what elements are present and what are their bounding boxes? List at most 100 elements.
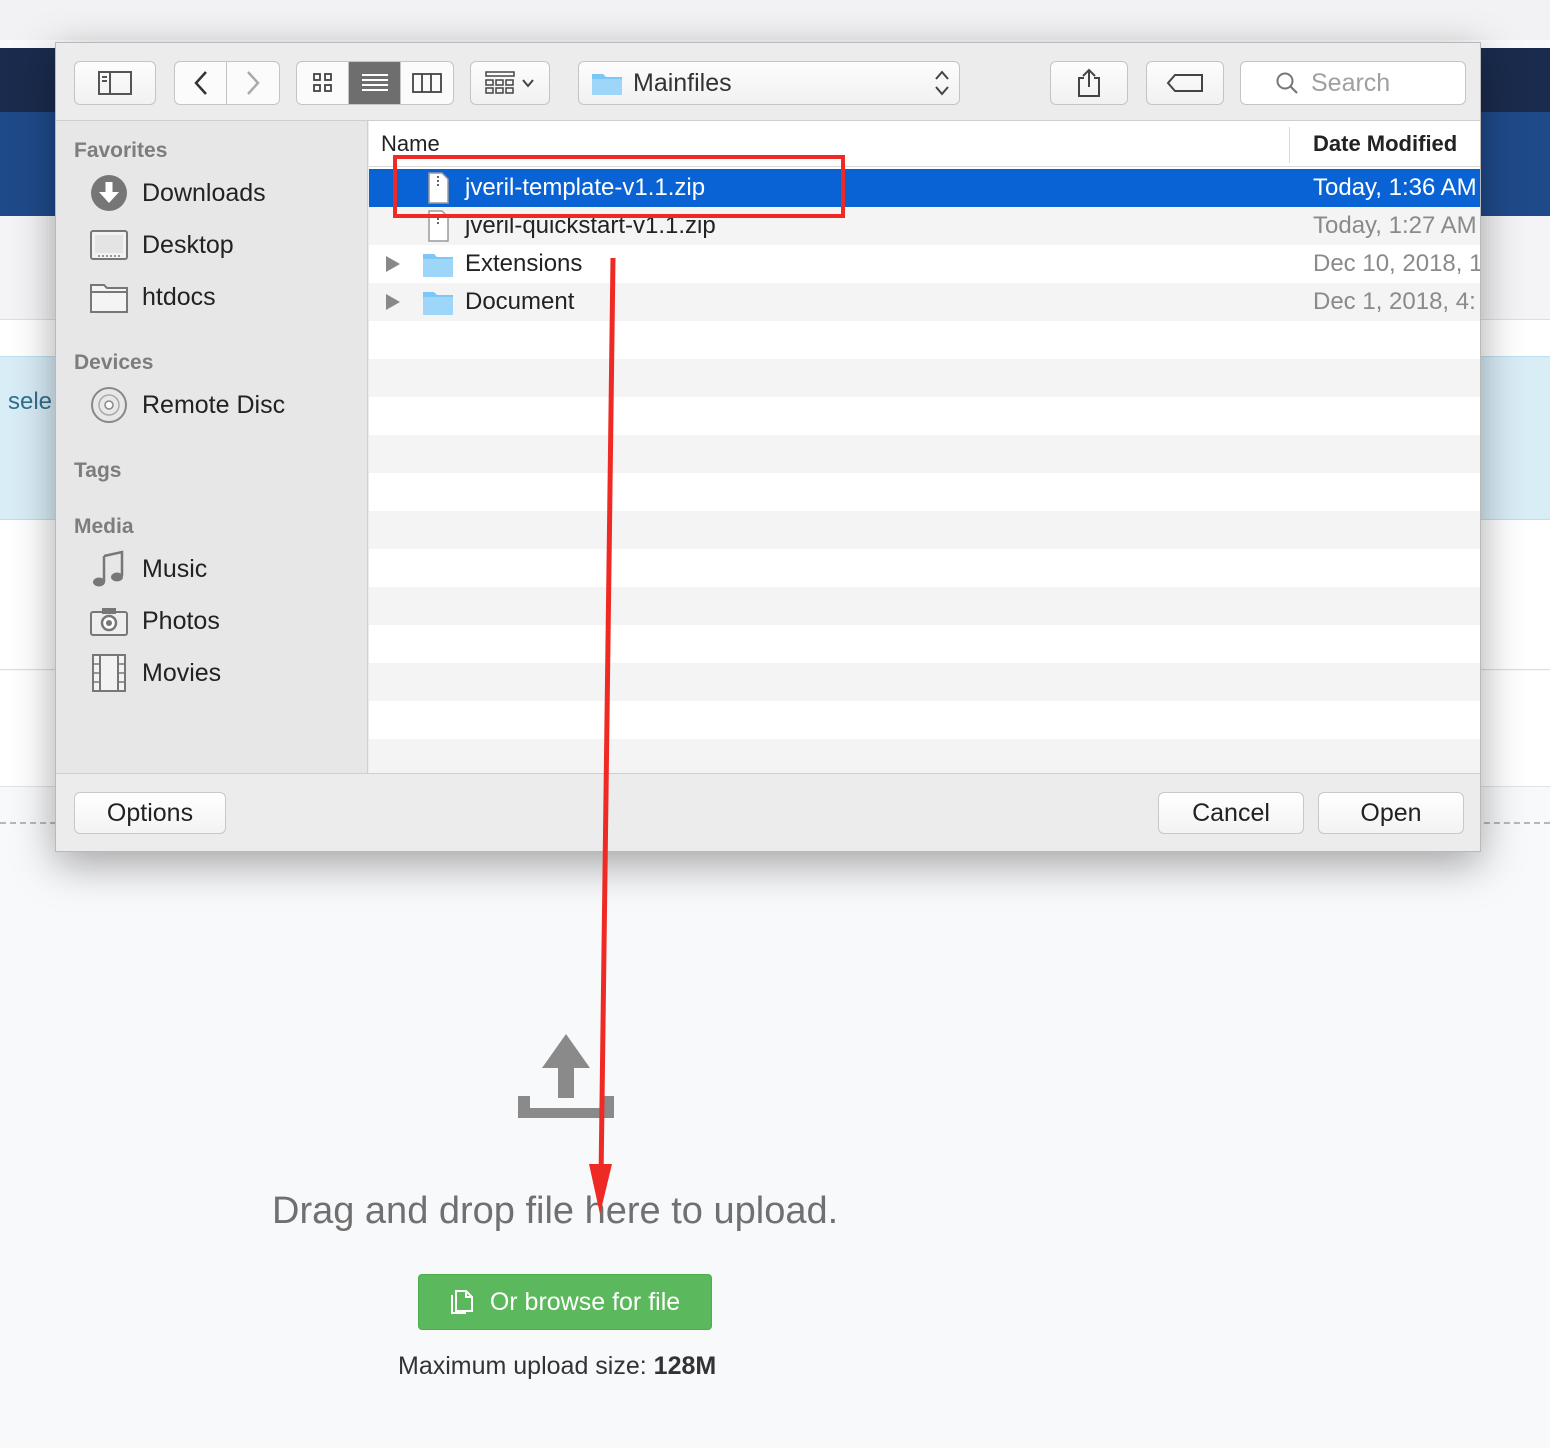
sidebar-item-label: Movies <box>142 658 222 687</box>
column-divider <box>1289 127 1290 163</box>
path-dropdown[interactable]: Mainfiles <box>578 61 960 105</box>
empty-row <box>369 663 1480 701</box>
devices-heading: Devices <box>74 351 154 374</box>
folder-icon <box>423 254 453 277</box>
sidebar-item-label: htdocs <box>142 282 216 311</box>
sidebar-toggle-icon <box>98 71 132 95</box>
sidebar-item-label: Downloads <box>142 178 266 207</box>
updown-chevron-icon <box>935 70 949 96</box>
folder-icon <box>90 284 128 313</box>
column-view-button[interactable] <box>401 62 453 104</box>
browse-file-label: Or browse for file <box>489 1287 681 1316</box>
open-label: Open <box>1360 798 1422 827</box>
film-icon <box>92 654 126 692</box>
file-date: Dec 10, 2018, 1 <box>1313 250 1481 277</box>
file-row[interactable]: Extensions Dec 10, 2018, 1 <box>369 245 1481 283</box>
max-upload-size: Maximum upload size: 128M <box>398 1352 716 1381</box>
list-view-button[interactable] <box>349 62 401 104</box>
empty-row <box>369 321 1480 359</box>
annotation-highlight-box <box>393 155 845 218</box>
view-mode-selector <box>296 61 454 105</box>
disclosure-triangle-icon[interactable] <box>385 293 401 311</box>
upload-arrow-icon <box>518 1034 614 1118</box>
sidebar-item-label: Desktop <box>142 230 234 259</box>
empty-row <box>369 549 1480 587</box>
search-placeholder: Search <box>1311 68 1391 97</box>
group-icon <box>485 71 515 94</box>
sidebar-item-music[interactable]: Music <box>90 549 207 589</box>
empty-row <box>369 625 1480 663</box>
search-input[interactable]: Search <box>1240 61 1466 105</box>
camera-icon <box>90 608 128 636</box>
column-view-icon <box>412 73 442 93</box>
dialog-sidebar: Favorites Downloads Desktop htdocs Devic… <box>56 121 368 773</box>
empty-row <box>369 359 1480 397</box>
tag-button[interactable] <box>1146 61 1224 105</box>
disc-icon <box>91 387 127 423</box>
downloads-icon <box>91 175 127 211</box>
sidebar-item-remote-disc[interactable]: Remote Disc <box>90 385 285 425</box>
file-date: Today, 1:27 AM <box>1313 212 1477 239</box>
browse-file-button[interactable]: Or browse for file <box>418 1274 712 1330</box>
desktop-icon <box>90 230 128 260</box>
file-date: Today, 1:36 AM <box>1313 174 1477 201</box>
chevron-down-icon <box>522 79 534 88</box>
cancel-button[interactable]: Cancel <box>1158 792 1304 834</box>
open-button[interactable]: Open <box>1318 792 1464 834</box>
options-button[interactable]: Options <box>74 792 226 834</box>
folder-icon <box>592 74 622 95</box>
file-icon <box>450 1290 473 1314</box>
music-icon <box>93 550 124 587</box>
max-upload-label: Maximum upload size: <box>398 1352 647 1380</box>
options-label: Options <box>106 798 194 827</box>
empty-row <box>369 473 1480 511</box>
sidebar-item-desktop[interactable]: Desktop <box>90 225 234 265</box>
dialog-toolbar: Mainfiles Search <box>56 43 1480 121</box>
info-notice-text: sele <box>8 388 53 415</box>
sidebar-item-htdocs[interactable]: htdocs <box>90 277 216 317</box>
empty-row <box>369 435 1480 473</box>
sidebar-item-label: Remote Disc <box>142 390 286 419</box>
search-icon <box>1276 72 1298 94</box>
sidebar-item-label: Photos <box>142 606 220 635</box>
browser-top-bar <box>0 0 1550 40</box>
dialog-footer: Options Cancel Open <box>56 773 1480 851</box>
folder-icon <box>423 292 453 315</box>
media-heading: Media <box>74 515 134 538</box>
group-by-button[interactable] <box>470 61 550 105</box>
cancel-label: Cancel <box>1192 798 1270 827</box>
back-icon <box>193 71 207 95</box>
empty-row <box>369 701 1480 739</box>
history-nav <box>174 61 280 105</box>
icon-view-icon <box>312 73 332 92</box>
dropzone-text: Drag and drop file here to upload. <box>272 1190 839 1232</box>
path-label: Mainfiles <box>633 68 732 97</box>
sidebar-item-photos[interactable]: Photos <box>90 601 220 641</box>
share-icon <box>1078 68 1100 97</box>
file-list: Name Date Modified jveril-template-v1.1.… <box>369 121 1481 773</box>
favorites-heading: Favorites <box>74 139 168 162</box>
tags-heading: Tags <box>74 459 122 482</box>
sidebar-item-downloads[interactable]: Downloads <box>90 173 266 213</box>
file-date: Dec 1, 2018, 4: <box>1313 288 1476 315</box>
sidebar-toggle-button[interactable] <box>74 61 156 105</box>
forward-icon <box>247 71 260 95</box>
icon-view-button[interactable] <box>297 62 349 104</box>
empty-row <box>369 739 1480 773</box>
disclosure-triangle-icon[interactable] <box>385 255 401 273</box>
list-view-icon <box>361 74 388 91</box>
column-header-date[interactable]: Date Modified <box>1313 131 1457 157</box>
column-header-name[interactable]: Name <box>381 131 440 157</box>
back-button[interactable] <box>175 62 227 104</box>
file-row[interactable]: Document Dec 1, 2018, 4: <box>369 283 1480 321</box>
empty-row <box>369 587 1480 625</box>
forward-button[interactable] <box>227 62 279 104</box>
share-button[interactable] <box>1050 61 1128 105</box>
file-name: Extensions <box>465 250 583 277</box>
empty-row <box>369 397 1480 435</box>
file-rows: jveril-template-v1.1.zip Today, 1:36 AM … <box>369 169 1481 773</box>
file-name: Document <box>465 288 575 315</box>
tag-icon <box>1166 74 1203 92</box>
sidebar-item-movies[interactable]: Movies <box>90 653 221 693</box>
max-upload-value: 128M <box>653 1352 717 1380</box>
